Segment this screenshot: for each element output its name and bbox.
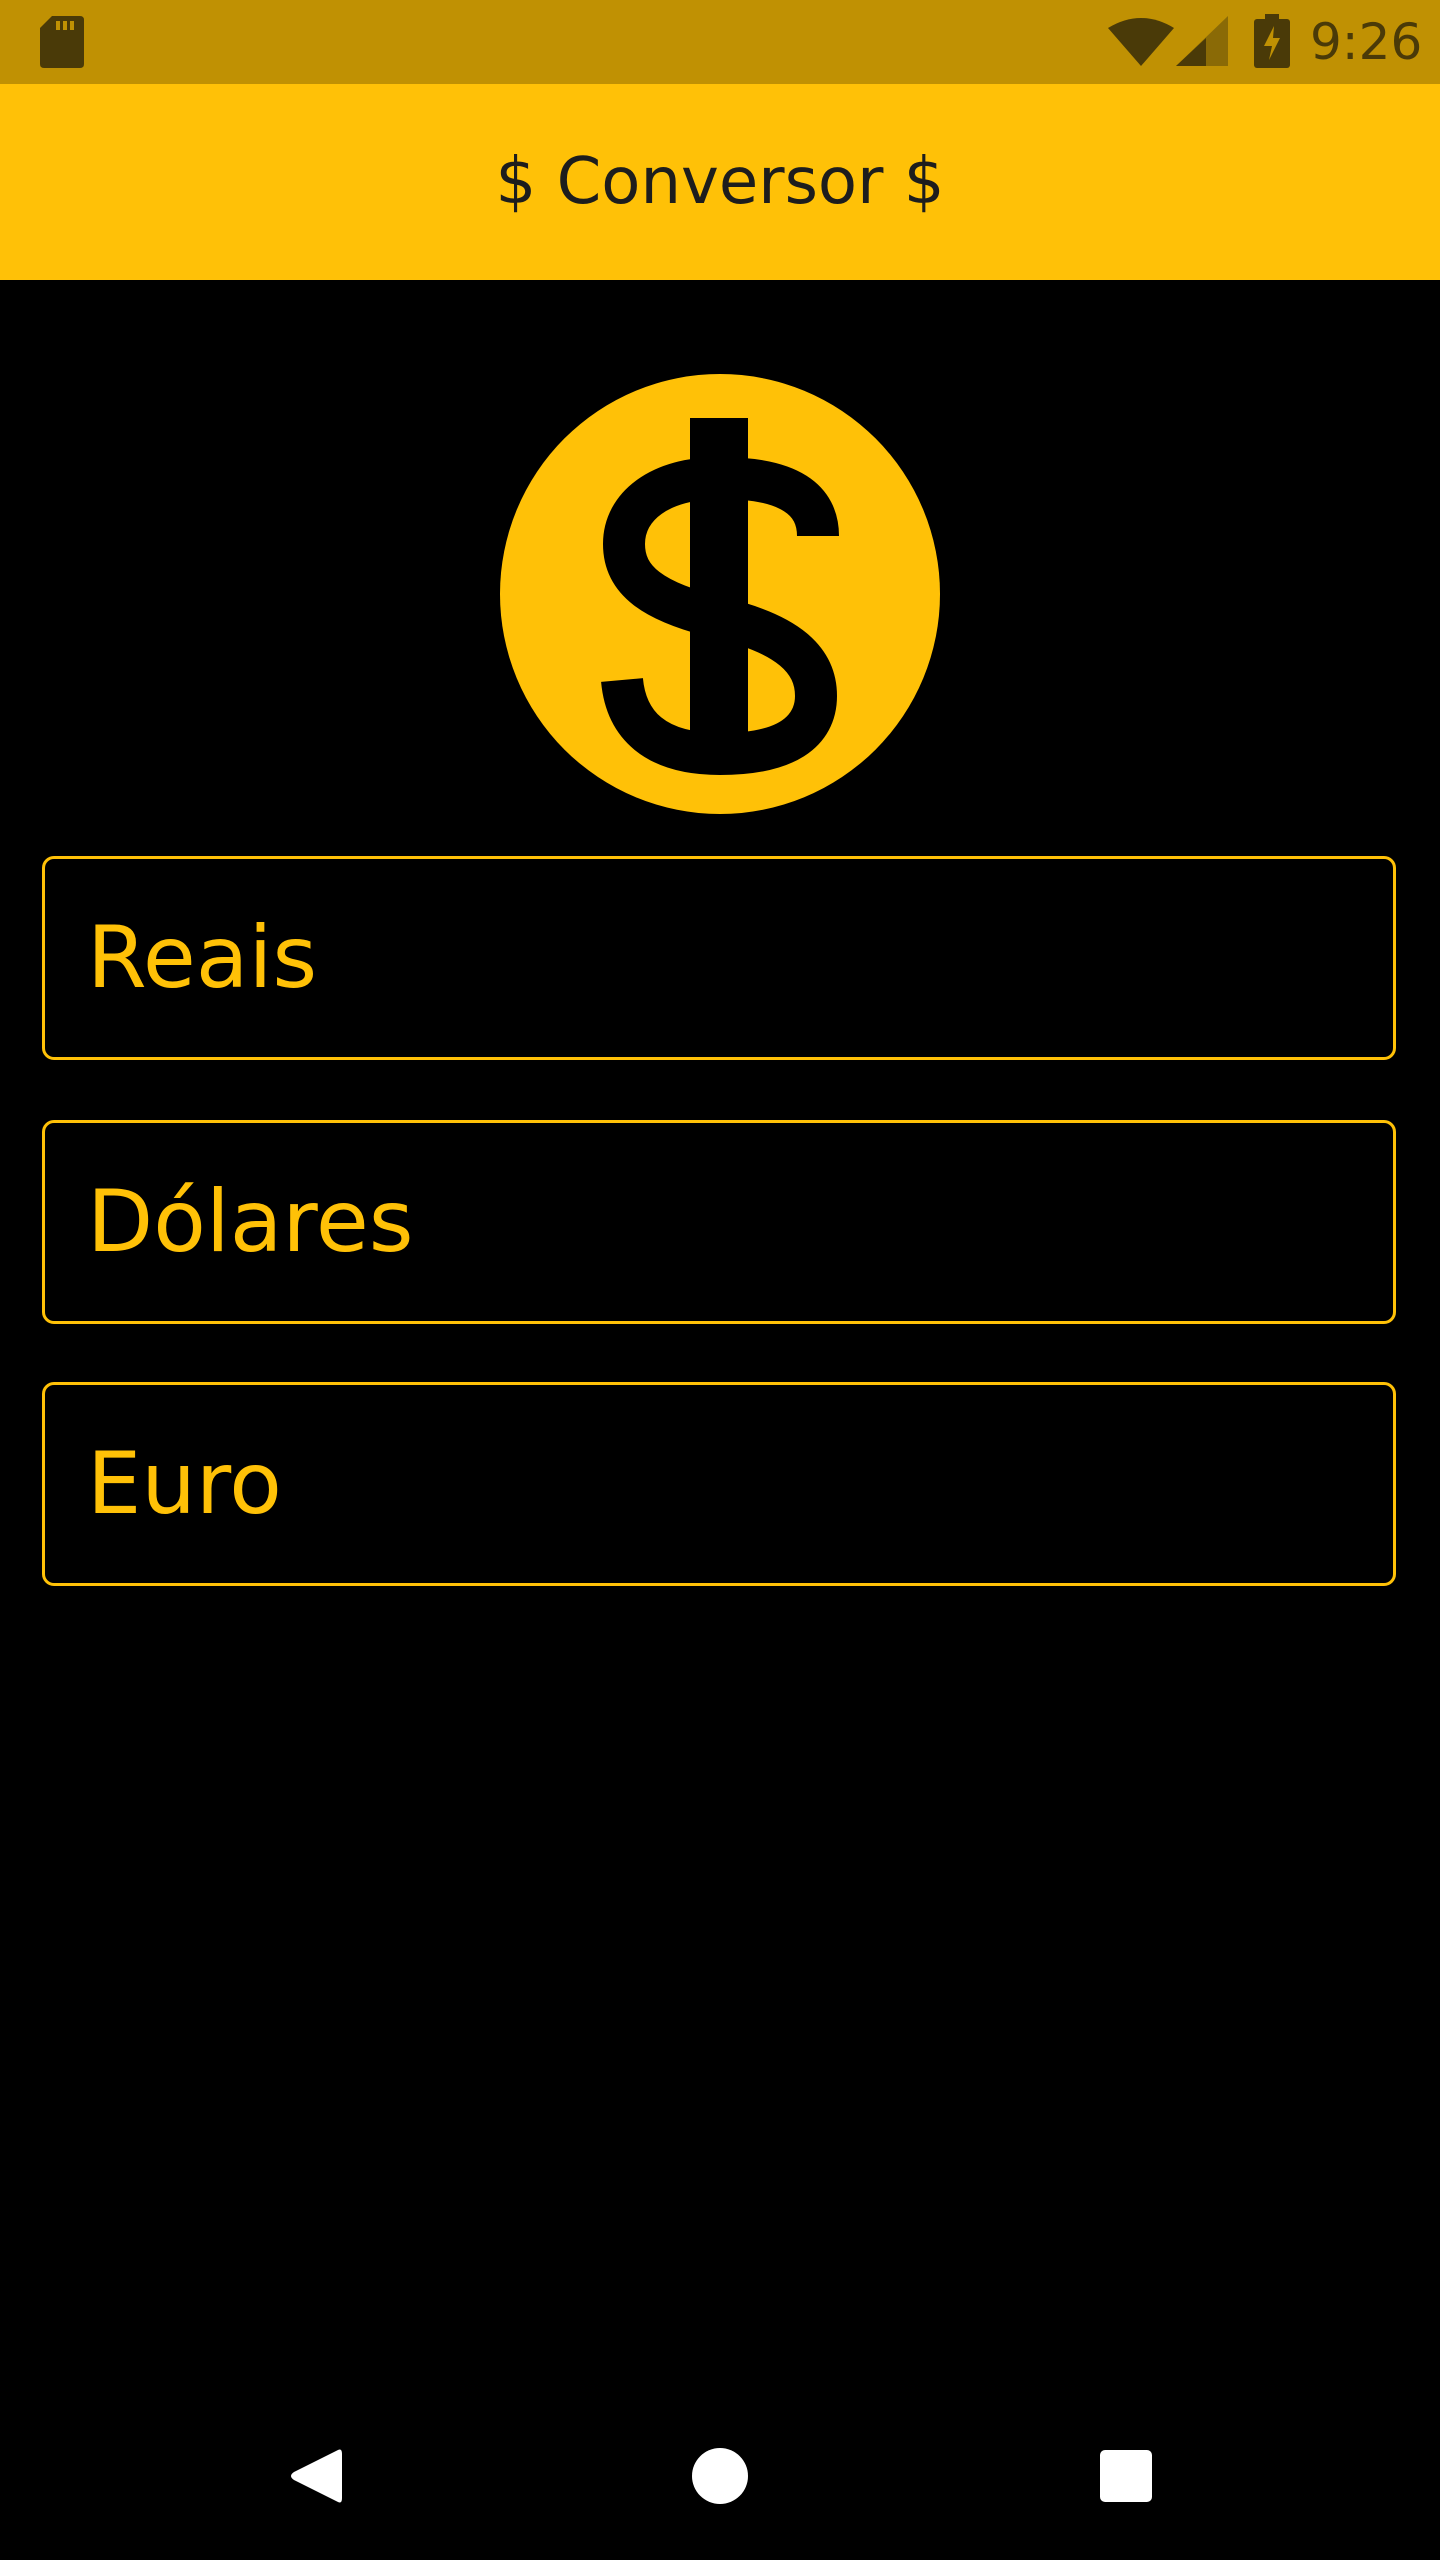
- home-icon[interactable]: [692, 2448, 748, 2504]
- back-icon[interactable]: [288, 2446, 342, 2506]
- dollar-coin-icon: [500, 374, 940, 814]
- euro-input[interactable]: Euro: [42, 1382, 1396, 1586]
- cell-signal-icon: [1176, 16, 1228, 66]
- app-toolbar: $ Conversor $: [0, 84, 1440, 280]
- reais-label: Reais: [87, 908, 318, 1008]
- euro-label: Euro: [87, 1434, 282, 1534]
- status-time: 9:26: [1310, 13, 1423, 71]
- status-bar: 9:26: [0, 0, 1440, 84]
- sd-card-icon: [40, 16, 84, 68]
- wifi-icon: [1108, 18, 1174, 66]
- battery-charging-icon: [1254, 14, 1290, 68]
- dolares-label: Dólares: [87, 1172, 414, 1272]
- recents-icon[interactable]: [1100, 2450, 1152, 2502]
- dolares-input[interactable]: Dólares: [42, 1120, 1396, 1324]
- reais-input[interactable]: Reais: [42, 856, 1396, 1060]
- page-title: $ Conversor $: [495, 145, 945, 219]
